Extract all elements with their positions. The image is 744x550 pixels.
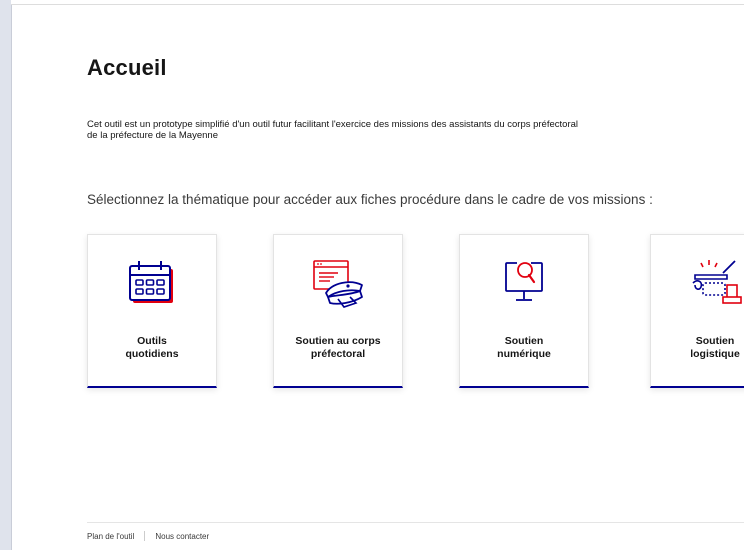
tile-outils-quotidiens[interactable]: Outils quotidiens — [87, 234, 217, 388]
tile-soutien-corps-prefectoral[interactable]: Soutien au corps préfectoral — [273, 234, 403, 388]
tile-label: Soutien logistique — [655, 335, 744, 361]
tile-label: Soutien au corps préfectoral — [278, 335, 398, 361]
computer-search-icon — [496, 255, 554, 313]
footer-separator — [144, 531, 146, 541]
footer-link-contact[interactable]: Nous contacter — [155, 532, 209, 541]
page-title: Accueil — [87, 55, 167, 80]
prefect-cap-icon — [310, 255, 368, 313]
calendar-icon — [124, 255, 182, 313]
tile-label-line2: préfectoral — [310, 348, 366, 360]
intro-text: Cet outil est un prototype simplifié d'u… — [87, 119, 744, 141]
footer: Plan de l'outil Nous contacter — [87, 531, 209, 541]
footer-divider — [87, 522, 744, 523]
tile-label-line1: Soutien au corps — [295, 335, 381, 347]
footer-link-plan[interactable]: Plan de l'outil — [87, 532, 134, 541]
tile-label: Outils quotidiens — [92, 335, 212, 361]
left-sidebar-edge — [0, 0, 12, 550]
lead-text: Sélectionnez la thématique pour accéder … — [87, 192, 653, 207]
logistics-icon — [687, 255, 744, 313]
tile-label-line2: quotidiens — [125, 348, 179, 360]
intro-line-1: Cet outil est un prototype simplifié d'u… — [87, 119, 578, 130]
intro-line-2: de la préfecture de la Mayenne — [87, 130, 218, 141]
tile-label-line2: logistique — [690, 348, 740, 360]
tile-label-line2: numérique — [497, 348, 551, 360]
tile-soutien-logistique[interactable]: Soutien logistique — [650, 234, 744, 388]
tile-label-line1: Soutien — [504, 335, 544, 347]
tile-label: Soutien numérique — [464, 335, 584, 361]
tile-soutien-numerique[interactable]: Soutien numérique — [459, 234, 589, 388]
tile-label-line1: Soutien — [695, 335, 735, 347]
header-border — [11, 0, 744, 5]
tile-label-line1: Outils — [137, 335, 167, 347]
